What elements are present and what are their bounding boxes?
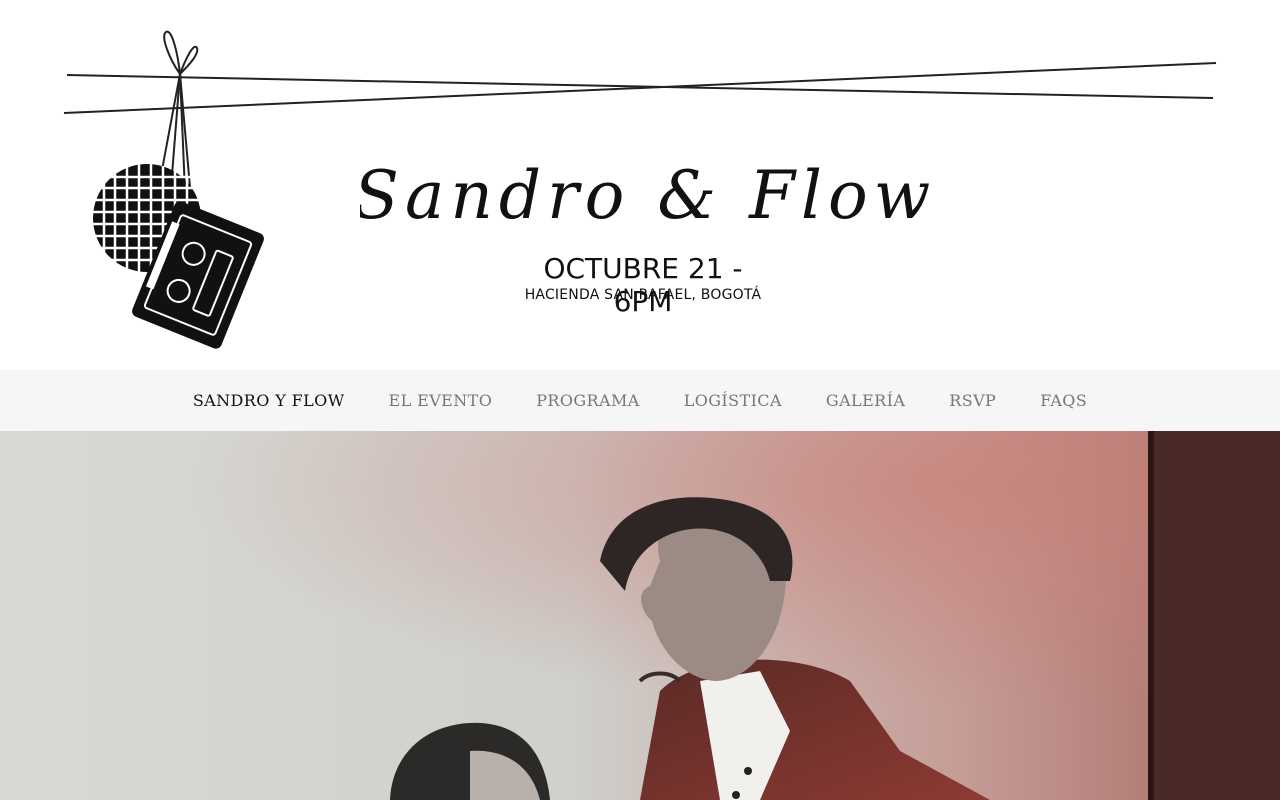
nav-item-rsvp[interactable]: RSVP <box>949 391 996 410</box>
main-nav: SANDRO Y FLOW EL EVENTO PROGRAMA LOGÍSTI… <box>0 370 1280 431</box>
curtain <box>1148 431 1280 800</box>
nav-item-faqs[interactable]: FAQS <box>1040 391 1087 410</box>
nav-item-logistica[interactable]: LOGÍSTICA <box>684 391 782 410</box>
nav-item-programa[interactable]: PROGRAMA <box>536 391 639 410</box>
nav-item-sandro-y-flow[interactable]: SANDRO Y FLOW <box>193 391 345 410</box>
couple-title-text: Sandro & Flow <box>360 157 930 234</box>
string-line <box>66 74 1214 99</box>
couple-title: Sandro & Flow <box>360 157 930 234</box>
nav-item-el-evento[interactable]: EL EVENTO <box>389 391 493 410</box>
event-venue: HACIENDA SAN RAFAEL, BOGOTÁ <box>524 287 762 303</box>
event-date: OCTUBRE 21 - 6PM <box>543 252 743 318</box>
couple-photo <box>0 431 1280 800</box>
site-header: Sandro & Flow OCTUBRE 21 - 6PM HACIENDA … <box>0 0 1280 370</box>
nav-item-galeria[interactable]: GALERÍA <box>826 391 905 410</box>
string-line <box>63 62 1217 114</box>
hero-photo <box>0 431 1280 800</box>
